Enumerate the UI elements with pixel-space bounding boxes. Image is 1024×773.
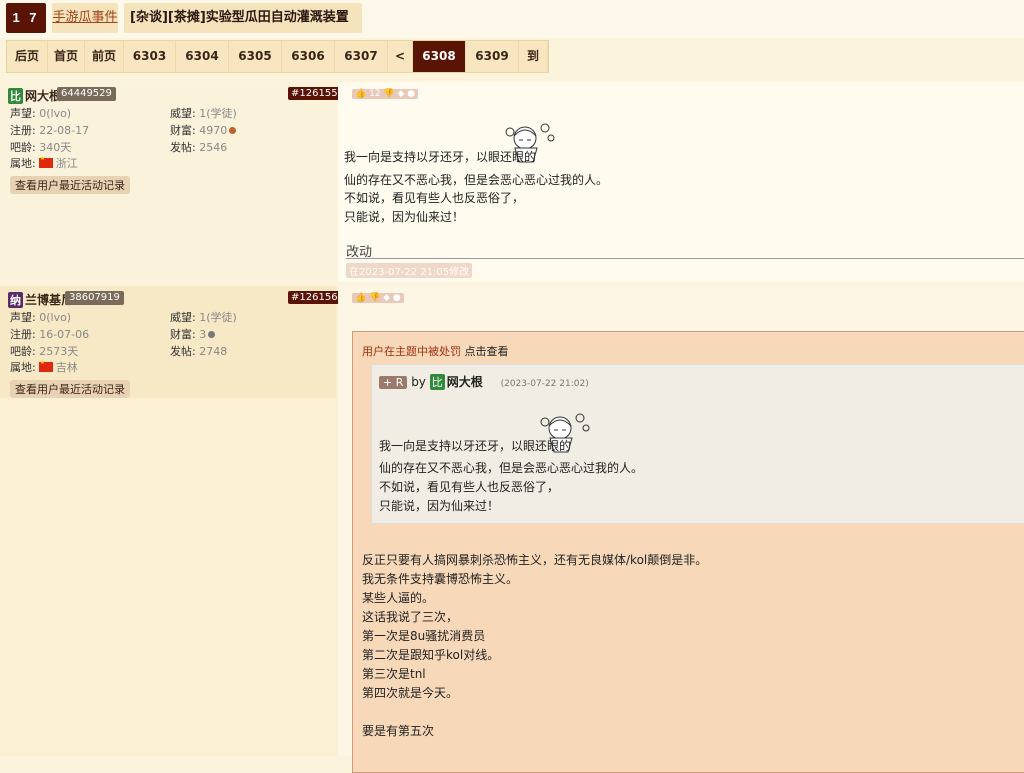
- quote-line-1: 我一向是支持以牙还牙，以眼还眼的: [379, 439, 572, 453]
- pager-prev-arrow[interactable]: <: [388, 41, 413, 72]
- pagination: 后页 首页 前页 6303 6304 6305 6306 6307 < 6308…: [6, 40, 549, 73]
- edit-timestamp: 在2023-07-22 21:05修改: [346, 263, 473, 278]
- quote-line-3: 不如说，看见有些人也反恶俗了，: [379, 480, 560, 494]
- user-badge: 比: [8, 88, 23, 104]
- post-line-4: 这话我说了三次，: [362, 610, 459, 624]
- china-flag-icon: [38, 359, 53, 372]
- post-line-6: 第二次是跟知乎kol对线。: [362, 648, 500, 662]
- post-line-7: 第三次是tnl: [362, 667, 426, 681]
- user-badge: 纳: [8, 292, 23, 308]
- stat-shengwang: 声望: 0(lvo): [10, 311, 72, 324]
- user-id-badge: 64449529: [57, 87, 116, 101]
- username-text[interactable]: 网大根: [25, 89, 61, 103]
- user-info-panel: 纳兰博基尼 38607919 #126156 声望: 0(lvo) 威望: 1(…: [0, 286, 341, 398]
- username[interactable]: 比网大根: [8, 87, 61, 104]
- user-info-panel: 比网大根 64449529 #126155 声望: 0(lvo) 威望: 1(学…: [0, 82, 341, 282]
- pager-page-6303[interactable]: 6303: [124, 41, 176, 72]
- post-id-badge[interactable]: #126156: [288, 291, 341, 304]
- stat-wealth: 财富: 3: [170, 326, 216, 342]
- post-content: 👍 12 👎 ◆ ● 我一向是支持以牙还牙，以眼还眼的 仙的存在又不恶心我，但是…: [338, 82, 1024, 282]
- stat-location: 属地:吉林: [10, 359, 78, 375]
- quote-line-4: 只能说，因为仙来过！: [379, 499, 500, 513]
- post-line-3: 不如说，看见有些人也反恶俗了，: [344, 191, 525, 205]
- view-activity-button[interactable]: 查看用户最近活动记录: [10, 176, 130, 194]
- pager-page-6304[interactable]: 6304: [176, 41, 229, 72]
- post-line-2: 我无条件支持囊博恐怖主义。: [362, 572, 519, 586]
- breadcrumb-forum[interactable]: 手游瓜事件: [52, 3, 118, 33]
- site-logo[interactable]: 1 7 8: [6, 3, 46, 55]
- stat-register: 注册: 16-07-06: [10, 328, 90, 341]
- stat-forum-age: 吧龄: 340天: [10, 141, 72, 154]
- stat-shengwang: 声望: 0(lvo): [10, 107, 72, 120]
- stat-wealth: 财富: 4970: [170, 122, 237, 138]
- post-content: 👍 👎 ◆ ● 用户在主题中被处罚 点击查看 + R by 比网大根 (2023…: [338, 286, 1024, 773]
- vote-bar[interactable]: 👍 👎 ◆ ●: [352, 293, 404, 303]
- post-line-9: 要是有第五次: [362, 724, 435, 738]
- user-id-badge: 38607919: [65, 291, 124, 305]
- pager-page-current[interactable]: 6308: [413, 41, 466, 72]
- stat-register: 注册: 22-08-17: [10, 124, 90, 137]
- quote-date: (2023-07-22 21:02): [500, 379, 589, 389]
- vote-bar[interactable]: 👍 12 👎 ◆ ●: [352, 89, 419, 99]
- stat-forum-age: 吧龄: 2573天: [10, 345, 79, 358]
- post-line-1: 我一向是支持以牙还牙，以眼还眼的: [344, 150, 537, 164]
- post-line-3: 某些人逼的。: [362, 591, 435, 605]
- breadcrumb-thread-title[interactable]: [杂谈][茶摊]实验型瓜田自动灌溉装置MK-5: [124, 3, 362, 55]
- quote-line-2: 仙的存在又不恶心我，但是会恶心恶心过我的人。: [379, 461, 644, 475]
- post-line-4: 只能说，因为仙来过！: [344, 210, 465, 224]
- stat-location: 属地:浙江: [10, 155, 78, 171]
- post-id-badge[interactable]: #126155: [288, 87, 341, 100]
- pager-next-page[interactable]: 后页: [7, 41, 48, 72]
- pager-page-6305[interactable]: 6305: [229, 41, 282, 72]
- punish-notice: 用户在主题中被处罚 点击查看: [362, 345, 509, 358]
- quote-username[interactable]: 网大根: [447, 375, 483, 389]
- punished-content-box: 用户在主题中被处罚 点击查看 + R by 比网大根 (2023-07-22 2…: [352, 331, 1024, 773]
- quote-header: + R by 比网大根 (2023-07-22 21:02): [379, 373, 589, 390]
- post: 纳兰博基尼 38607919 #126156 声望: 0(lvo) 威望: 1(…: [0, 286, 1024, 773]
- username[interactable]: 纳兰博基尼: [8, 291, 73, 308]
- quote-block: + R by 比网大根 (2023-07-22 21:02) 我一向是支持以牙还…: [371, 364, 1024, 524]
- quote-user-badge: 比: [429, 374, 445, 390]
- post-line-5: 第一次是8u骚扰消费员: [362, 629, 486, 643]
- stat-posts: 发帖: 2748: [170, 345, 228, 358]
- edit-divider: [346, 258, 1024, 259]
- pager-page-6306[interactable]: 6306: [282, 41, 335, 72]
- punish-view-link[interactable]: 点击查看: [465, 345, 509, 358]
- quote-reply-button[interactable]: + R: [379, 376, 408, 389]
- coin-icon: [208, 331, 216, 338]
- top-bar: 1 7 8 手游瓜事件 [杂谈][茶摊]实验型瓜田自动灌溉装置MK-5: [0, 0, 1024, 55]
- post-line-1: 反正只要有人搞网暴刺杀恐怖主义，还有无良媒体/kol颠倒是非。: [362, 553, 708, 567]
- pager-page-6309[interactable]: 6309: [466, 41, 519, 72]
- post-line-8: 第四次就是今天。: [362, 686, 459, 700]
- stat-posts: 发帖: 2546: [170, 141, 228, 154]
- post: 比网大根 64449529 #126155 声望: 0(lvo) 威望: 1(学…: [0, 82, 1024, 282]
- view-activity-button[interactable]: 查看用户最近活动记录: [10, 380, 130, 398]
- pager-prev-page[interactable]: 前页: [85, 41, 124, 72]
- stat-weiwang: 威望: 1(学徒): [170, 311, 237, 324]
- pager-goto[interactable]: 到: [519, 41, 548, 72]
- stat-weiwang: 威望: 1(学徒): [170, 107, 237, 120]
- coin-icon: [229, 127, 237, 134]
- china-flag-icon: [38, 155, 53, 168]
- post-line-2: 仙的存在又不恶心我，但是会恶心恶心过我的人。: [344, 173, 609, 187]
- pager-page-6307[interactable]: 6307: [335, 41, 388, 72]
- pager-first-page[interactable]: 首页: [48, 41, 85, 72]
